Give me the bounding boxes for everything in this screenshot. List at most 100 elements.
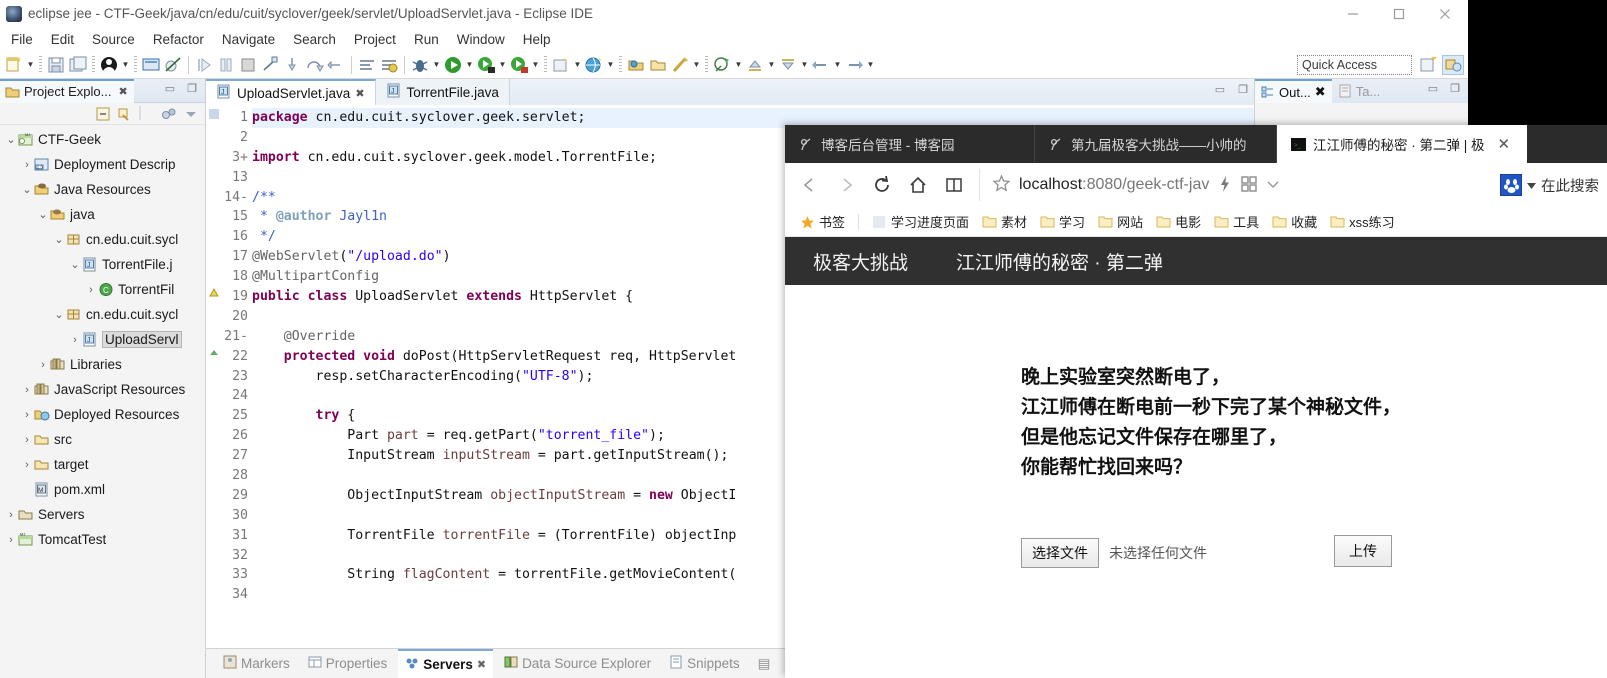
menu-item-edit[interactable]: Edit	[42, 30, 83, 49]
minimize-button[interactable]	[1330, 0, 1376, 27]
chevron-down-icon[interactable]: ⌄	[36, 208, 50, 221]
chevron-down-icon[interactable]	[1265, 176, 1281, 195]
tab-outline[interactable]: Out... ✖	[1255, 79, 1332, 103]
maximize-outline-icon[interactable]: ❐	[1448, 81, 1462, 95]
run-external-tools-icon[interactable]	[476, 55, 496, 75]
search-engine-area[interactable]: 在此搜索	[1496, 174, 1599, 196]
chevron-right-icon[interactable]: ›	[20, 409, 34, 421]
chevron-down-icon[interactable]: ⌄	[20, 183, 34, 196]
choose-file-button[interactable]: 选择文件	[1021, 538, 1099, 568]
tree-item-deployed-resources[interactable]: › Deployed Resources	[0, 402, 205, 427]
menu-item-refactor[interactable]: Refactor	[144, 30, 213, 49]
tree-item-javascript-resources[interactable]: › JavaScript Resources	[0, 377, 205, 402]
gutter-blank[interactable]	[206, 247, 222, 267]
resume-icon[interactable]	[194, 55, 214, 75]
tree-item-servers[interactable]: › Servers	[0, 502, 205, 527]
view-menu-icon[interactable]	[183, 106, 199, 122]
bottom-tab-servers[interactable]: Servers ✖	[398, 648, 494, 678]
bookmark-7[interactable]: 工具	[1209, 210, 1264, 233]
debug-dropdown-icon[interactable]: ▼	[431, 55, 442, 75]
bookmark-star-icon[interactable]	[992, 174, 1011, 196]
web-browser-dropdown-icon[interactable]: ▼	[605, 55, 616, 75]
editor-tab-close-icon[interactable]: ✖	[355, 87, 364, 100]
tree-item-uploadservl[interactable]: › J UploadServl	[0, 327, 205, 352]
chevron-right-icon[interactable]: ›	[20, 159, 34, 171]
warning-marker[interactable]	[206, 287, 222, 307]
skip-breakpoints-icon[interactable]	[163, 55, 183, 75]
search-dropdown-icon[interactable]: ▼	[691, 55, 702, 75]
tree-item-pom-xml[interactable]: Mpom.xml	[0, 477, 205, 502]
chevron-down-icon[interactable]: ⌄	[52, 233, 66, 246]
gutter-blank[interactable]	[206, 585, 222, 605]
bookmark-1[interactable]: 书签	[795, 210, 850, 233]
bookmark-2[interactable]: 学习进度页面	[867, 210, 974, 233]
reader-icon[interactable]	[937, 168, 971, 202]
home-icon[interactable]	[901, 168, 935, 202]
debug-icon[interactable]	[410, 55, 430, 75]
breakpoint-marker[interactable]	[206, 108, 222, 128]
suspend-icon[interactable]	[216, 55, 236, 75]
maximize-button[interactable]	[1376, 0, 1422, 27]
run-coverage-icon[interactable]	[509, 55, 529, 75]
gutter-blank[interactable]	[206, 327, 222, 347]
chevron-right-icon[interactable]: ›	[68, 334, 82, 346]
tree-item-cn-edu-cuit-sycl[interactable]: ⌄ cn.edu.cuit.sycl	[0, 227, 205, 252]
close-button[interactable]	[1422, 0, 1468, 27]
filter-console-icon[interactable]	[379, 55, 399, 75]
search-placeholder-label[interactable]: 在此搜索	[1541, 175, 1599, 196]
gutter-blank[interactable]	[206, 267, 222, 287]
gutter-blank[interactable]	[206, 446, 222, 466]
step-over-icon[interactable]	[304, 55, 324, 75]
editor-tab-torrentfile-java[interactable]: J TorrentFile.java	[375, 79, 510, 105]
bottom-tab-properties[interactable]: Properties	[301, 652, 395, 675]
chevron-down-icon[interactable]: ⌄	[4, 133, 18, 146]
previous-annotation-icon[interactable]	[745, 55, 765, 75]
chevron-right-icon[interactable]: ›	[4, 534, 18, 546]
run-external-dropdown-icon[interactable]: ▼	[497, 55, 508, 75]
new-java-dropdown-icon[interactable]: ▼	[572, 55, 583, 75]
run-dropdown-icon[interactable]: ▼	[464, 55, 475, 75]
bookmark-8[interactable]: 收藏	[1267, 210, 1322, 233]
bottom-tab-data-source-explorer[interactable]: Data Source Explorer	[497, 652, 658, 675]
bottom-tab-markers[interactable]: Markers	[216, 652, 297, 675]
disconnect-icon[interactable]	[260, 55, 280, 75]
chevron-right-icon[interactable]: ›	[20, 434, 34, 446]
bottom-tab-snippets[interactable]: Snippets	[662, 652, 747, 675]
gutter-blank[interactable]	[206, 128, 222, 148]
menu-item-source[interactable]: Source	[83, 30, 144, 49]
gutter-blank[interactable]	[206, 426, 222, 446]
browser-tab-2[interactable]: 第九届极客大挑战——小帅的	[1035, 125, 1277, 163]
gutter-blank[interactable]	[206, 307, 222, 327]
pin-editor-dropdown-icon[interactable]: ▼	[733, 55, 744, 75]
gutter-blank[interactable]	[206, 227, 222, 247]
maximize-view-icon[interactable]: ❐	[185, 81, 199, 95]
menu-item-file[interactable]: File	[2, 30, 42, 49]
maximize-editor-icon[interactable]: ❐	[1236, 82, 1250, 96]
gutter-blank[interactable]	[206, 367, 222, 387]
forward-icon[interactable]	[829, 168, 863, 202]
address-bar[interactable]: localhost:8080/geek-ctf-jav	[979, 169, 1494, 201]
step-into-icon[interactable]	[282, 55, 302, 75]
baidu-icon[interactable]	[1500, 174, 1522, 196]
minimize-view-icon[interactable]: ▭	[163, 81, 177, 95]
menu-item-navigate[interactable]: Navigate	[213, 30, 284, 49]
tree-item-torrentfile-j[interactable]: ⌄ J TorrentFile.j	[0, 252, 205, 277]
back-icon[interactable]	[793, 168, 827, 202]
bottom-tabs-overflow-icon[interactable]: ▤	[751, 653, 778, 675]
menu-item-help[interactable]: Help	[514, 30, 560, 49]
open-console-icon[interactable]	[357, 55, 377, 75]
gutter-blank[interactable]	[206, 466, 222, 486]
browser-tab-close-icon[interactable]: ✕	[1498, 135, 1511, 153]
gutter-blank[interactable]	[206, 386, 222, 406]
search-icon[interactable]	[670, 55, 690, 75]
gutter-blank[interactable]	[206, 168, 222, 188]
bookmark-4[interactable]: 学习	[1035, 210, 1090, 233]
chevron-right-icon[interactable]: ›	[84, 284, 98, 296]
terminate-icon[interactable]	[238, 55, 258, 75]
project-tree[interactable]: ⌄ MJ CTF-Geek › 2.3 Deployment Descrip ⌄ Java R…	[0, 125, 205, 678]
qrcode-icon[interactable]	[1241, 175, 1258, 195]
tree-item-cn-edu-cuit-sycl[interactable]: ⌄ cn.edu.cuit.sycl	[0, 302, 205, 327]
minimize-editor-icon[interactable]: ▭	[1213, 82, 1227, 96]
back-history-icon[interactable]	[811, 55, 831, 75]
tree-item-target[interactable]: › target	[0, 452, 205, 477]
